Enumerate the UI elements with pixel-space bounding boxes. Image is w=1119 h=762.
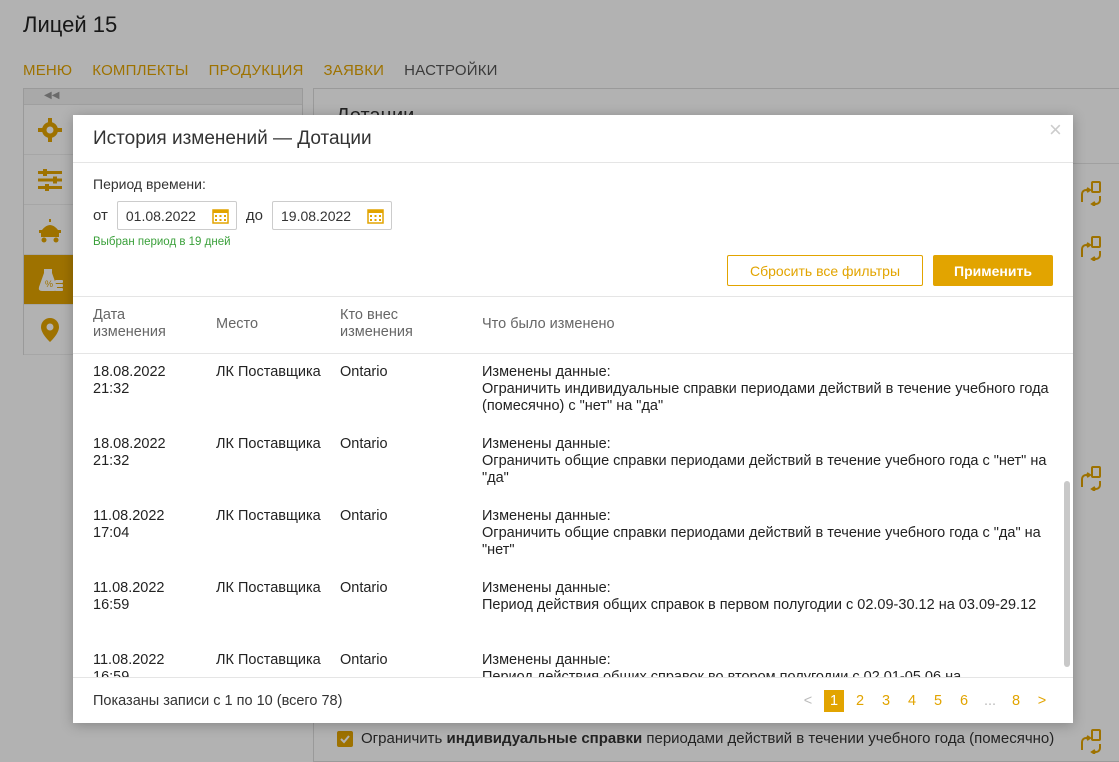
pager-page-5[interactable]: 5 [925,690,951,712]
column-header-who: Кто внес изменения [340,307,413,340]
from-label: от [93,207,108,224]
cell-place: ЛК Поставщика [216,364,321,380]
cell-what: Изменены данные: Период действия общих сп… [482,580,1037,613]
history-modal: История изменений — Дотации × Период вре… [73,115,1073,723]
cell-what: Изменены данные: Период действия общих сп… [482,652,962,677]
table-row: 11.08.2022 16:59 ЛК Поставщика Ontario Измен… [73,570,1073,642]
cell-date: 11.08.2022 17:04 [93,508,165,541]
column-header-what: Что было изменено [482,316,615,332]
modal-footer: Показаны записи с 1 по 10 (всего 78) <1 2… [73,677,1073,723]
table-row: 18.08.2022 21:32 ЛК Поставщика Ontario Измен… [73,426,1073,498]
cell-place: ЛК Поставщика [216,580,321,596]
cell-what: Изменены данные: Ограничить общие справки… [482,508,1041,558]
to-label: до [245,207,263,224]
pager-page-3[interactable]: 3 [873,690,899,712]
cell-date: 11.08.2022 16:59 [93,580,165,613]
column-header-place: Место [216,316,259,332]
records-count: Показаны записи с 1 по 10 (всего 78) [93,693,343,709]
table-row: 18.08.2022 21:32 ЛК Поставщика Ontario Измен… [73,354,1073,426]
pager-page-1[interactable]: 1 [824,690,844,712]
cell-date: 18.08.2022 21:32 [93,364,166,397]
calendar-icon[interactable] [367,208,384,224]
date-from-input[interactable]: 01.08.2022 [116,201,237,230]
date-to-value: 19.08.2022 [281,207,352,224]
modal-header: История изменений — Дотации × [73,115,1073,163]
table-row: 11.08.2022 17:04 ЛК Поставщика Ontario Измен… [73,498,1073,570]
cell-place: ЛК Поставщика [216,508,321,524]
table-row: 11.08.2022 16:59 ЛК Поставщика Ontario Измен… [73,642,1073,677]
cell-place: ЛК Поставщика [216,436,321,452]
modal-title: История изменений — Дотации [93,128,372,149]
cell-who: Ontario [340,580,388,596]
filters-section: Период времени: от 01.08.2022 до 19.08.2… [73,163,1073,297]
cell-what: Изменены данные: Ограничить общие справки… [482,436,1047,486]
pager-page-8[interactable]: 8 [1003,690,1029,712]
cell-who: Ontario [340,436,388,452]
apply-button[interactable]: Применить [933,255,1053,286]
cell-what: Изменены данные: Ограничить индивидуальны… [482,364,1049,414]
date-to-input[interactable]: 19.08.2022 [272,201,392,230]
cell-who: Ontario [340,364,388,380]
pagination: <1 2 3 4 5 6... 8 > [795,690,1055,712]
table-scrollbar[interactable] [1064,481,1070,667]
pager-prev-button[interactable]: < [795,690,821,712]
pager-next-button[interactable]: > [1029,690,1055,712]
cell-date: 11.08.2022 16:59 [93,652,165,677]
period-label: Период времени: [93,176,206,192]
close-icon[interactable]: × [1049,117,1062,143]
table-header: Дата изменения Место Кто внес изменения … [73,297,1073,354]
pager-page-4[interactable]: 4 [899,690,925,712]
calendar-icon[interactable] [212,208,229,224]
cell-who: Ontario [340,652,388,668]
pager-page-6[interactable]: 6 [951,690,977,712]
table-body: 18.08.2022 21:32 ЛК Поставщика Ontario Измен… [73,354,1073,677]
period-hint: Выбран период в 19 дней [93,236,231,248]
cell-place: ЛК Поставщика [216,652,321,668]
cell-date: 18.08.2022 21:32 [93,436,166,469]
history-table: Дата изменения Место Кто внес изменения … [73,297,1073,677]
reset-filters-button[interactable]: Сбросить все фильтры [727,255,923,286]
cell-who: Ontario [340,508,388,524]
pager-ellipsis[interactable]: ... [977,690,1003,712]
date-range: от 01.08.2022 до 19.08.2022 [93,201,392,230]
date-from-value: 01.08.2022 [125,207,196,224]
column-header-date: Дата изменения [93,307,166,340]
pager-page-2[interactable]: 2 [847,690,873,712]
